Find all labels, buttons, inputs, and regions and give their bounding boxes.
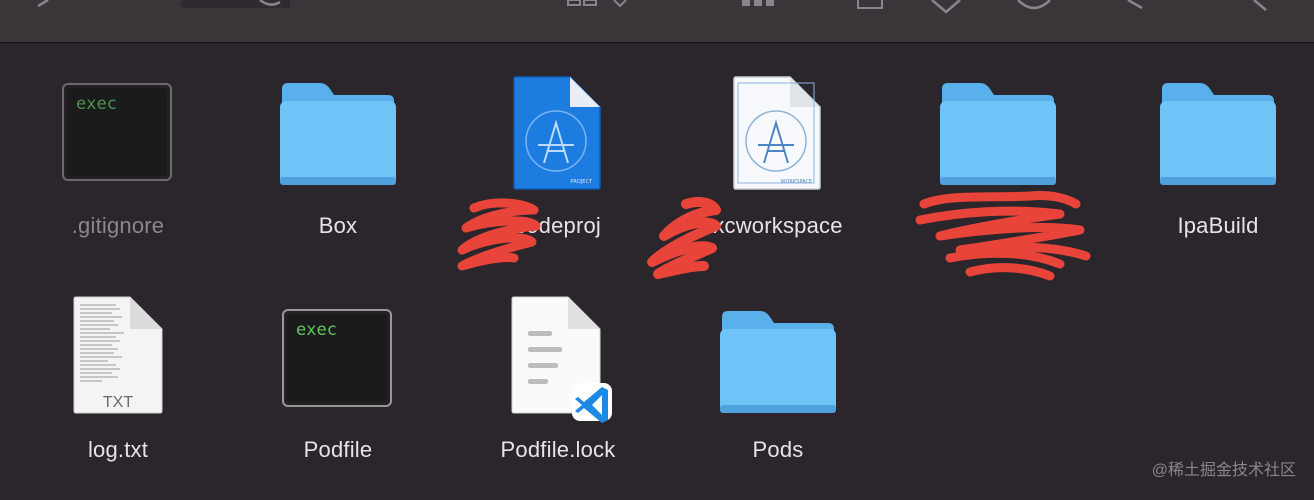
file-grid: exec .gitignore Box PROJECT codeproj WOR… [0, 43, 1314, 500]
file-name: codeproj [515, 213, 601, 238]
file-name: Box [318, 213, 358, 238]
folder-icon [1160, 83, 1276, 185]
file-item[interactable]: IpaBuild [1108, 43, 1314, 253]
file-item[interactable]: exec Podfile [228, 273, 448, 483]
file-name: .gitignore [71, 213, 165, 238]
file-name: Podfile.lock [500, 437, 616, 462]
action-icon[interactable] [1014, 0, 1054, 14]
tag-icon[interactable] [928, 0, 968, 14]
grid-view-icon[interactable] [566, 0, 632, 14]
folder-icon [940, 83, 1056, 185]
file-name: Pods [752, 437, 804, 462]
svg-text:WORKSPACE: WORKSPACE [781, 179, 812, 185]
file-item[interactable]: WORKSPACE xcworkspace [668, 43, 888, 253]
xcode-project-icon: PROJECT [513, 76, 601, 190]
file-item[interactable]: PROJECT codeproj [448, 43, 668, 253]
svg-text:exec: exec [76, 94, 117, 114]
folder-icon [280, 83, 396, 185]
file-item[interactable]: Podfile.lock [448, 273, 668, 483]
exec-terminal-icon: exec [282, 309, 392, 407]
file-item[interactable]: TXT log.txt [8, 273, 228, 483]
file-name: IpaBuild [1177, 213, 1259, 238]
file-item[interactable]: exec .gitignore [8, 43, 228, 253]
share-icon[interactable] [856, 0, 886, 14]
file-name: xcworkspace [713, 213, 843, 238]
text-document-icon: TXT [73, 296, 163, 414]
vscode-document-icon [511, 296, 612, 423]
file-item[interactable] [888, 43, 1108, 253]
folder-icon [720, 311, 836, 413]
search-icon[interactable] [1250, 0, 1280, 14]
file-item[interactable]: Box [228, 43, 448, 253]
back-icon[interactable] [30, 0, 290, 14]
file-name: log.txt [87, 437, 149, 462]
file-name: Podfile [303, 437, 373, 462]
svg-text:exec: exec [296, 320, 337, 340]
svg-text:TXT: TXT [103, 394, 133, 411]
file-item[interactable]: Pods [668, 273, 888, 483]
xcode-workspace-icon: WORKSPACE [733, 76, 821, 190]
group-icon[interactable] [740, 0, 780, 14]
svg-text:PROJECT: PROJECT [570, 179, 593, 185]
watermark: @稀土掘金技术社区 [1151, 462, 1296, 479]
expand-icon[interactable] [1124, 0, 1154, 14]
finder-toolbar [0, 0, 1314, 43]
exec-terminal-icon: exec [62, 83, 172, 181]
